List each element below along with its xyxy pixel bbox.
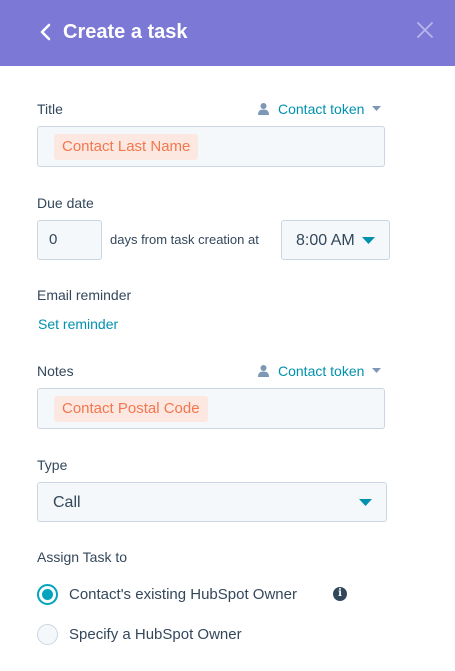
contact-token-label: Contact token [278,101,365,117]
notes-contact-token-dropdown[interactable]: Contact token [257,362,382,380]
email-reminder-label: Email reminder [37,287,132,303]
set-reminder-link[interactable]: Set reminder [38,315,118,333]
panel-header: Create a task [0,0,455,66]
type-value: Call [53,494,81,511]
person-icon [258,103,269,115]
due-days-text: days from task creation at [110,232,259,247]
type-select[interactable]: Call [37,482,387,522]
title-contact-token-dropdown[interactable]: Contact token [257,100,382,118]
contact-token-label: Contact token [278,363,365,379]
caret-down-icon [359,499,372,506]
info-icon[interactable]: i [333,587,347,601]
chevron-left-icon[interactable] [38,20,54,44]
page-title: Create a task [63,21,188,43]
notes-input[interactable]: Contact Postal Code [37,388,385,429]
contact-token-chip: Contact Last Name [54,134,199,160]
caret-down-icon [362,237,375,244]
title-label: Title [37,101,63,117]
radio-existing-owner-label[interactable]: Contact's existing HubSpot Owner [69,585,297,604]
close-icon[interactable] [415,20,435,40]
radio-specify-owner[interactable] [37,624,58,645]
due-time-select[interactable]: 8:00 AM [281,220,390,260]
contact-token-chip: Contact Postal Code [54,396,208,422]
person-icon [258,365,269,377]
notes-label: Notes [37,363,74,379]
caret-down-icon [372,106,382,111]
radio-specify-owner-label[interactable]: Specify a HubSpot Owner [69,625,242,644]
due-time-value: 8:00 AM [296,232,355,249]
due-date-label: Due date [37,195,94,211]
type-label: Type [37,457,68,473]
caret-down-icon [372,368,382,373]
radio-existing-owner[interactable] [37,584,58,605]
due-days-input[interactable]: 0 [37,220,102,260]
title-input[interactable]: Contact Last Name [37,126,385,167]
assign-task-label: Assign Task to [37,549,128,565]
